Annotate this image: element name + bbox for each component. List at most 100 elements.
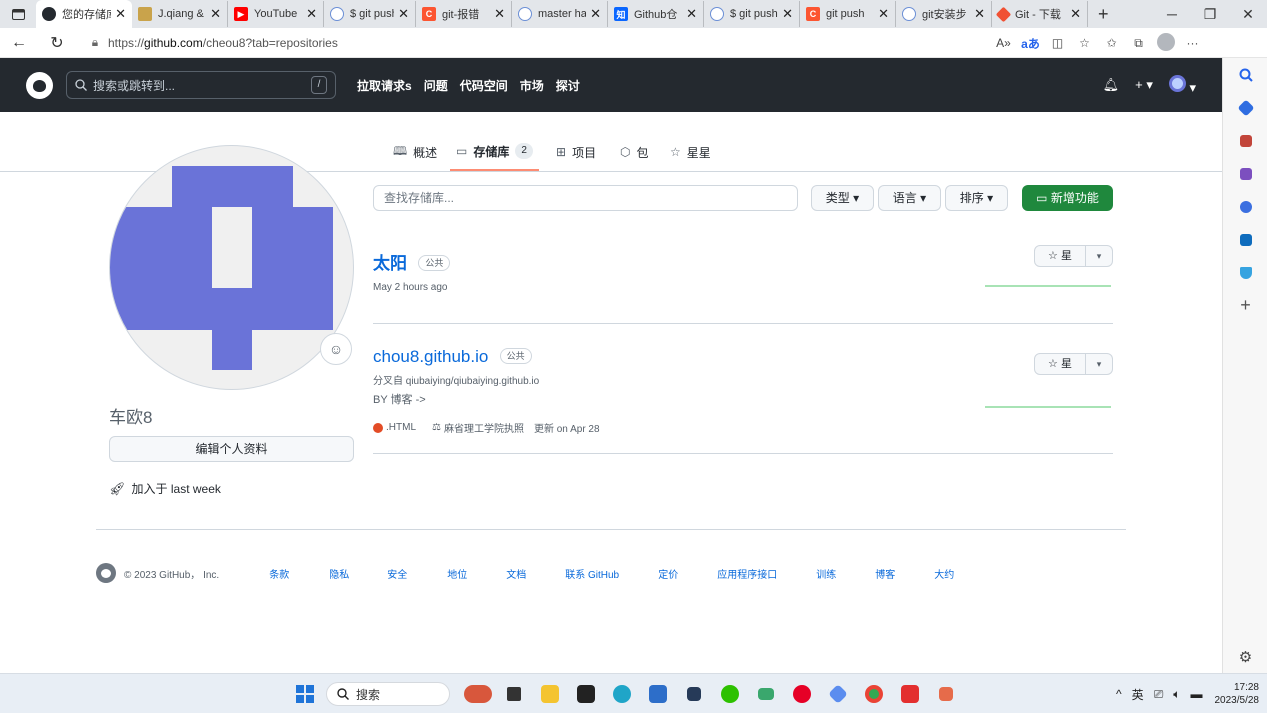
- close-icon[interactable]: ✕: [115, 6, 126, 22]
- browser-tab[interactable]: $ git push ✕: [704, 1, 800, 27]
- nav-issues[interactable]: 问题: [424, 77, 448, 94]
- footer-link-pricing[interactable]: 定价: [658, 566, 717, 581]
- profile-icon[interactable]: [1152, 32, 1179, 54]
- footer-link-contact[interactable]: 联系 GitHub: [565, 566, 658, 581]
- nav-marketplace[interactable]: 市场: [520, 77, 544, 94]
- bell-icon[interactable]: 🔔︎: [1103, 77, 1120, 93]
- user-menu[interactable]: ▾: [1168, 74, 1196, 96]
- netease-music-icon[interactable]: [784, 682, 820, 706]
- search-input[interactable]: 搜索或跳转到... /: [66, 71, 336, 99]
- star-button[interactable]: ☆ 星: [1034, 353, 1086, 375]
- translate-icon[interactable]: aあ: [1017, 35, 1044, 52]
- browser-tab[interactable]: ▶ YouTube ✕: [228, 1, 324, 27]
- close-icon[interactable]: ✕: [974, 6, 985, 22]
- footer-link-about[interactable]: 大约: [934, 566, 974, 581]
- tools-icon[interactable]: [1223, 124, 1267, 157]
- repo-name-link[interactable]: 太阳: [373, 249, 407, 274]
- file-explorer-icon[interactable]: [532, 682, 568, 706]
- restore-icon[interactable]: ❐: [1191, 0, 1229, 28]
- browser-tab[interactable]: $ git push ✕: [324, 1, 416, 27]
- browser-tab[interactable]: master ha ✕: [512, 1, 608, 27]
- browser-tab[interactable]: 知 Github仓 ✕: [608, 1, 704, 27]
- back-icon[interactable]: ←: [0, 34, 38, 52]
- more-menu-icon[interactable]: ···: [1179, 36, 1206, 50]
- widgets-icon[interactable]: [460, 682, 496, 706]
- settings-icon[interactable]: ⚙: [1223, 640, 1267, 673]
- wechat-icon[interactable]: [712, 682, 748, 706]
- close-icon[interactable]: ✕: [878, 6, 889, 22]
- set-status-icon[interactable]: ☺: [320, 333, 352, 365]
- outlook-icon[interactable]: [1223, 223, 1267, 256]
- drop-icon[interactable]: [1223, 256, 1267, 289]
- browser-tab[interactable]: J.qiang & ✕: [132, 1, 228, 27]
- find-repository-input[interactable]: 查找存储库...: [373, 185, 798, 211]
- nav-explore[interactable]: 探讨: [556, 77, 580, 94]
- add-icon[interactable]: +: [1223, 289, 1267, 322]
- nav-codespaces[interactable]: 代码空间: [460, 77, 508, 94]
- edit-profile-button[interactable]: 编辑个人资料: [109, 436, 354, 462]
- footer-link-training[interactable]: 训练: [816, 566, 875, 581]
- refresh-icon[interactable]: ↻: [38, 33, 76, 53]
- display-icon[interactable]: ⎚: [1154, 687, 1164, 702]
- close-icon[interactable]: ✕: [686, 6, 697, 22]
- browser-tab[interactable]: C git push ✕: [800, 1, 896, 27]
- edge-icon[interactable]: [604, 682, 640, 706]
- github-logo-icon[interactable]: [96, 563, 116, 583]
- star-list-dropdown[interactable]: ▾: [1086, 353, 1113, 375]
- task-view-icon[interactable]: [496, 682, 532, 706]
- taskbar-search[interactable]: 搜索: [326, 682, 450, 706]
- office-icon[interactable]: [1223, 190, 1267, 223]
- close-icon[interactable]: ✕: [306, 6, 317, 22]
- github-logo-icon[interactable]: [26, 71, 53, 99]
- battery-icon[interactable]: ▬: [1191, 687, 1203, 701]
- footer-link-privacy[interactable]: 隐私: [329, 566, 387, 581]
- clock[interactable]: 17:28 2023/5/28: [1215, 681, 1260, 707]
- chrome-icon[interactable]: [856, 682, 892, 706]
- shopping-icon[interactable]: [1223, 91, 1267, 124]
- favorites-icon[interactable]: ✩: [1098, 36, 1125, 50]
- tab-projects[interactable]: ⊞ 项目: [556, 133, 596, 171]
- footer-link-docs[interactable]: 文档: [506, 566, 565, 581]
- footer-link-security[interactable]: 安全: [387, 566, 447, 581]
- url-field[interactable]: 🔒︎ https://github.com/cheou8?tab=reposit…: [82, 31, 962, 55]
- read-aloud-icon[interactable]: A»: [990, 36, 1017, 50]
- create-new-icon[interactable]: + ▾: [1135, 77, 1153, 93]
- store-icon[interactable]: [640, 682, 676, 706]
- app-icon[interactable]: [676, 682, 712, 706]
- repo-name-link[interactable]: chou8.github.io: [373, 347, 488, 367]
- tab-repositories[interactable]: ▭ 存储库 2: [450, 133, 539, 171]
- chevron-up-icon[interactable]: ^: [1116, 687, 1122, 701]
- forked-from-link[interactable]: 分叉自 qiubaiying/qiubaiying.github.io: [373, 372, 539, 387]
- split-screen-icon[interactable]: ◫: [1044, 36, 1071, 50]
- tab-actions-icon[interactable]: [0, 0, 36, 28]
- new-repository-button[interactable]: ▭ 新增功能: [1022, 185, 1113, 211]
- footer-link-api[interactable]: 应用程序接口: [717, 566, 816, 581]
- type-filter-button[interactable]: 类型 ▾: [811, 185, 874, 211]
- close-icon[interactable]: ✕: [210, 6, 221, 22]
- close-icon[interactable]: ✕: [494, 6, 505, 22]
- notion-icon[interactable]: [568, 682, 604, 706]
- close-window-icon[interactable]: ✕: [1229, 0, 1267, 28]
- lock-icon[interactable]: 🔒︎: [82, 35, 108, 50]
- collections-icon[interactable]: ⧉: [1125, 36, 1152, 51]
- ime-indicator[interactable]: 英: [1132, 686, 1144, 703]
- language-filter-button[interactable]: 语言 ▾: [878, 185, 941, 211]
- windows-start-icon[interactable]: [296, 685, 314, 703]
- footer-link-terms[interactable]: 条款: [269, 566, 329, 581]
- app-icon[interactable]: [748, 682, 784, 706]
- games-icon[interactable]: [1223, 157, 1267, 190]
- favorite-add-icon[interactable]: ☆: [1071, 36, 1098, 50]
- browser-tab[interactable]: Git - 下载 ✕: [992, 1, 1088, 27]
- browser-tab[interactable]: git安装步 ✕: [896, 1, 992, 27]
- browser-tab[interactable]: C git-报错 ✕: [416, 1, 512, 27]
- tab-stars[interactable]: ☆ 星星: [670, 133, 711, 171]
- star-button[interactable]: ☆ 星: [1034, 245, 1086, 267]
- star-list-dropdown[interactable]: ▾: [1086, 245, 1113, 267]
- close-icon[interactable]: ✕: [782, 6, 793, 22]
- footer-link-blog[interactable]: 博客: [875, 566, 934, 581]
- minimize-icon[interactable]: ─: [1153, 0, 1191, 28]
- search-icon[interactable]: [1223, 58, 1267, 91]
- tab-overview[interactable]: 🕮 概述: [393, 133, 437, 171]
- browser-tab[interactable]: 您的存储库 ✕: [36, 0, 132, 28]
- tab-packages[interactable]: ⬡ 包: [620, 133, 649, 171]
